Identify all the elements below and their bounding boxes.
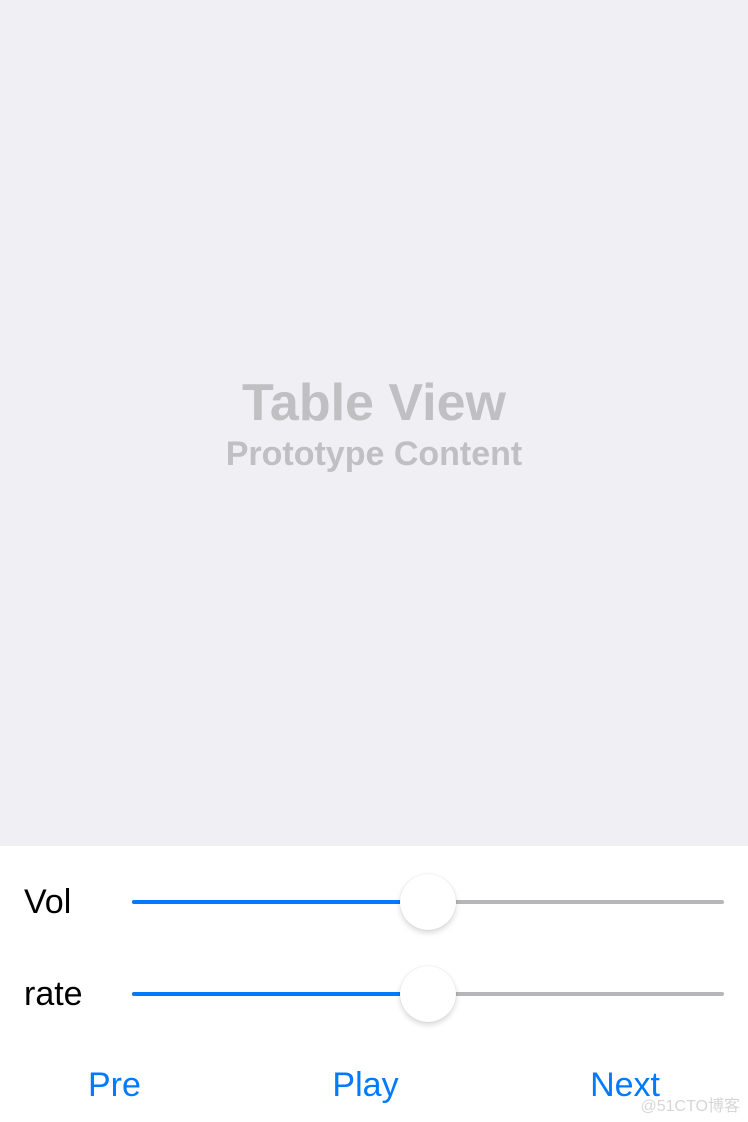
rate-label: rate (24, 975, 132, 1014)
rate-row: rate (24, 956, 724, 1032)
slider-thumb[interactable] (400, 966, 456, 1022)
volume-label: Vol (24, 883, 132, 922)
slider-thumb[interactable] (400, 874, 456, 930)
table-view-subtitle: Prototype Content (226, 435, 523, 474)
controls-panel: Vol rate Pre Play Next (0, 864, 748, 1111)
play-button[interactable]: Play (328, 1060, 402, 1111)
playback-buttons: Pre Play Next (24, 1060, 724, 1111)
volume-row: Vol (24, 864, 724, 940)
pre-button[interactable]: Pre (84, 1060, 145, 1111)
table-view-title: Table View (242, 373, 506, 433)
watermark: @51CTO博客 (640, 1092, 740, 1116)
table-view[interactable]: Table View Prototype Content (0, 0, 748, 846)
volume-slider[interactable] (132, 874, 724, 930)
slider-fill (132, 900, 428, 904)
rate-slider[interactable] (132, 966, 724, 1022)
slider-fill (132, 992, 428, 996)
